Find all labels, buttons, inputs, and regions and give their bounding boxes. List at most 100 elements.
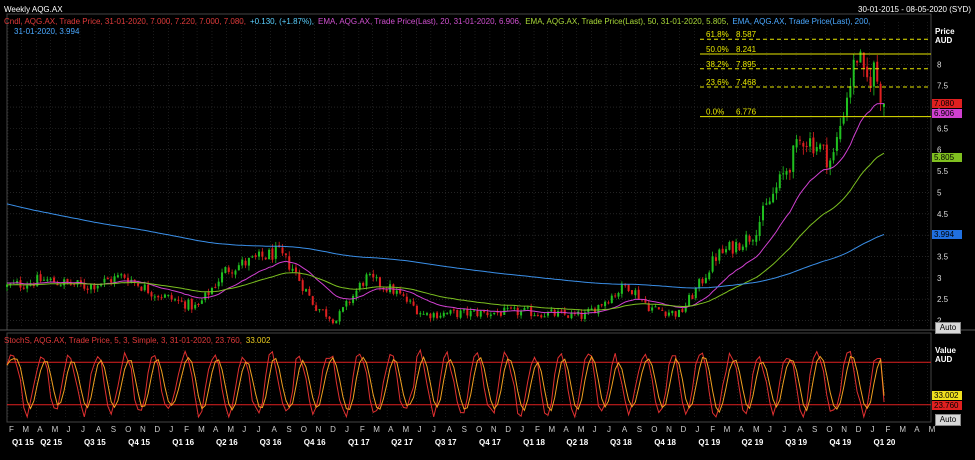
candle-body — [402, 294, 405, 296]
month-tick-label: A — [797, 425, 803, 434]
chart-canvas[interactable]: 22.533.544.555.566.577.58FMAMJJASONDJFMA… — [0, 0, 975, 460]
candle-body — [560, 310, 563, 312]
candle-body — [486, 312, 489, 316]
candle-body — [46, 279, 49, 281]
candle-body — [187, 299, 190, 310]
quarter-tick-label: Q1 18 — [523, 438, 545, 447]
quarter-tick-label: Q4 15 — [128, 438, 150, 447]
candle-body — [355, 290, 358, 298]
candle-body — [143, 284, 146, 291]
candle-body — [489, 314, 492, 316]
candle-body — [751, 240, 754, 242]
candle-body — [469, 310, 472, 317]
candle-body — [210, 287, 213, 295]
candle-body — [425, 313, 429, 315]
candle-body — [627, 284, 630, 291]
candle-body — [160, 297, 163, 299]
candle-body — [540, 315, 543, 318]
candle-body — [748, 235, 751, 242]
month-tick-label: M — [373, 425, 380, 434]
candle-body — [600, 304, 603, 306]
candle-body — [872, 62, 875, 87]
legend-entry: 33.002 — [245, 336, 271, 345]
candle-body — [264, 257, 267, 260]
price-tick-label: 3.5 — [937, 253, 949, 262]
candle-body — [845, 97, 849, 116]
candle-body — [405, 296, 408, 302]
candle-body — [331, 319, 334, 324]
candle-body — [200, 300, 203, 304]
candle-body — [335, 320, 338, 324]
fib-level-value: 8.587 — [736, 30, 757, 39]
month-tick-label: O — [651, 425, 657, 434]
candle-body — [39, 274, 42, 282]
candle-body — [674, 311, 677, 317]
month-tick-label: J — [169, 425, 173, 434]
month-tick-label: N — [666, 425, 672, 434]
month-tick-label: A — [37, 425, 43, 434]
candle-body — [721, 248, 724, 254]
month-tick-label: J — [432, 425, 436, 434]
candle-body — [436, 312, 439, 319]
candle-body — [694, 287, 697, 299]
candle-body — [782, 173, 785, 175]
candle-body — [217, 281, 220, 287]
auto-scale-button-lower[interactable]: Auto — [935, 414, 961, 426]
candle-body — [483, 311, 486, 313]
legend-entry: Cndl, AQG.AX, Trade Price, 31-01-2020, 7… — [4, 17, 246, 26]
month-tick-label: J — [782, 425, 786, 434]
candle-body — [163, 294, 166, 298]
candle-body — [395, 290, 398, 294]
candle-body — [829, 160, 832, 169]
candle-body — [96, 285, 99, 289]
quarter-tick-label: Q3 16 — [260, 438, 282, 447]
month-tick-label: O — [826, 425, 832, 434]
auto-scale-button-upper[interactable]: Auto — [935, 322, 961, 334]
legend-entry: EMA, AQG.AX, Trade Price(Last), 50, 31-0… — [525, 17, 729, 26]
candle-body — [150, 292, 153, 297]
value-axis-unit: Value AUD — [935, 346, 956, 364]
candle-body — [839, 125, 842, 140]
candle-body — [728, 242, 731, 250]
month-tick-label: A — [622, 425, 628, 434]
candle-body — [375, 277, 378, 279]
candle-body — [765, 203, 768, 205]
candle-body — [221, 272, 224, 283]
candle-body — [234, 270, 237, 275]
month-tick-label: O — [301, 425, 307, 434]
candle-body — [170, 295, 173, 300]
candle-body — [708, 272, 711, 280]
candle-body — [842, 117, 845, 124]
candle-body — [698, 279, 701, 289]
candle-body — [795, 139, 798, 148]
candle-body — [755, 235, 758, 242]
candle-body — [190, 298, 193, 310]
month-tick-label: M — [403, 425, 410, 434]
month-tick-label: M — [929, 425, 936, 434]
candle-body — [120, 274, 123, 276]
candle-body — [442, 312, 445, 317]
price-tick-label: 2.5 — [937, 295, 949, 304]
candle-body — [768, 201, 771, 205]
month-tick-label: M — [227, 425, 234, 434]
candle-body — [630, 290, 633, 295]
fib-level-value: 7.895 — [736, 60, 757, 69]
quarter-tick-label: Q1 16 — [172, 438, 194, 447]
month-tick-label: M — [753, 425, 760, 434]
month-tick-label: A — [96, 425, 102, 434]
month-tick-label: M — [22, 425, 29, 434]
candle-body — [261, 251, 264, 257]
quarter-tick-label: Q2 18 — [566, 438, 588, 447]
value-tag-stoch_k: 23.760 — [932, 400, 962, 410]
candle-body — [523, 308, 526, 311]
price-tick-label: 7.5 — [937, 82, 949, 91]
candle-body — [432, 313, 435, 318]
candle-body — [815, 147, 818, 152]
candle-body — [439, 315, 442, 318]
candle-body — [19, 280, 22, 288]
candle-body — [835, 137, 838, 151]
month-tick-label: F — [885, 425, 890, 434]
candle-body — [667, 312, 670, 316]
month-tick-label: A — [213, 425, 219, 434]
candle-body — [741, 246, 744, 250]
